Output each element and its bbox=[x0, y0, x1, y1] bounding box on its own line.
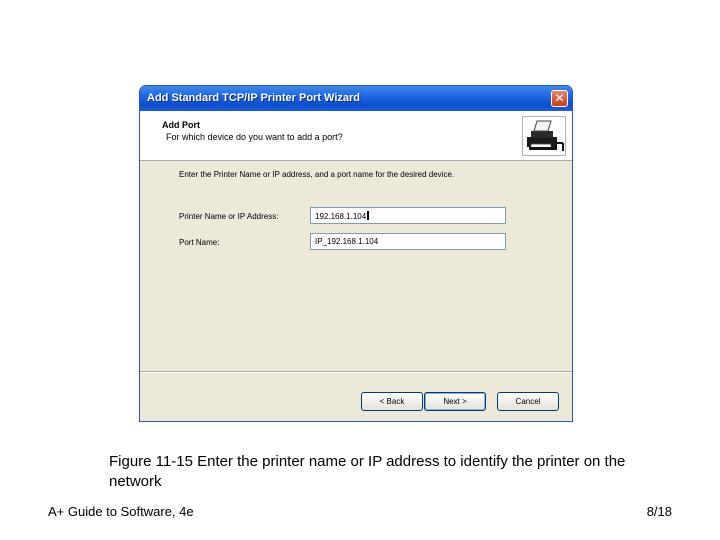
back-button[interactable]: < Back bbox=[361, 392, 423, 411]
printer-name-input[interactable]: 192.168.1.104 bbox=[310, 207, 506, 224]
figure-caption: Figure 11-15 Enter the printer name or I… bbox=[109, 452, 669, 492]
window-title: Add Standard TCP/IP Printer Port Wizard bbox=[147, 92, 361, 104]
port-name-input[interactable]: IP_192.168.1.104 bbox=[310, 233, 506, 250]
page-subtitle: For which device do you want to add a po… bbox=[166, 132, 343, 142]
window-titlebar[interactable]: Add Standard TCP/IP Printer Port Wizard … bbox=[140, 86, 572, 111]
instructions-text: Enter the Printer Name or IP address, an… bbox=[179, 170, 455, 179]
next-button[interactable]: Next > bbox=[424, 392, 486, 411]
slide-page-number: 8/18 bbox=[646, 504, 672, 519]
close-icon[interactable]: ✕ bbox=[551, 90, 568, 107]
printer-network-icon bbox=[522, 116, 566, 156]
cancel-button[interactable]: Cancel bbox=[497, 392, 559, 411]
printer-name-value: 192.168.1.104 bbox=[315, 212, 367, 221]
port-name-value: IP_192.168.1.104 bbox=[315, 237, 379, 246]
printer-port-wizard-window: Add Standard TCP/IP Printer Port Wizard … bbox=[139, 85, 573, 422]
figure-label: Figure 11-15 bbox=[109, 453, 193, 470]
text-cursor bbox=[367, 211, 370, 220]
wizard-header: Add Port For which device do you want to… bbox=[140, 111, 572, 161]
page-title: Add Port bbox=[162, 120, 200, 130]
printer-icon bbox=[527, 120, 564, 151]
port-name-label: Port Name: bbox=[179, 238, 220, 247]
button-divider bbox=[140, 371, 572, 373]
printer-name-label: Printer Name or IP Address: bbox=[179, 212, 279, 221]
slide-footer-title: A+ Guide to Software, 4e bbox=[48, 504, 194, 519]
